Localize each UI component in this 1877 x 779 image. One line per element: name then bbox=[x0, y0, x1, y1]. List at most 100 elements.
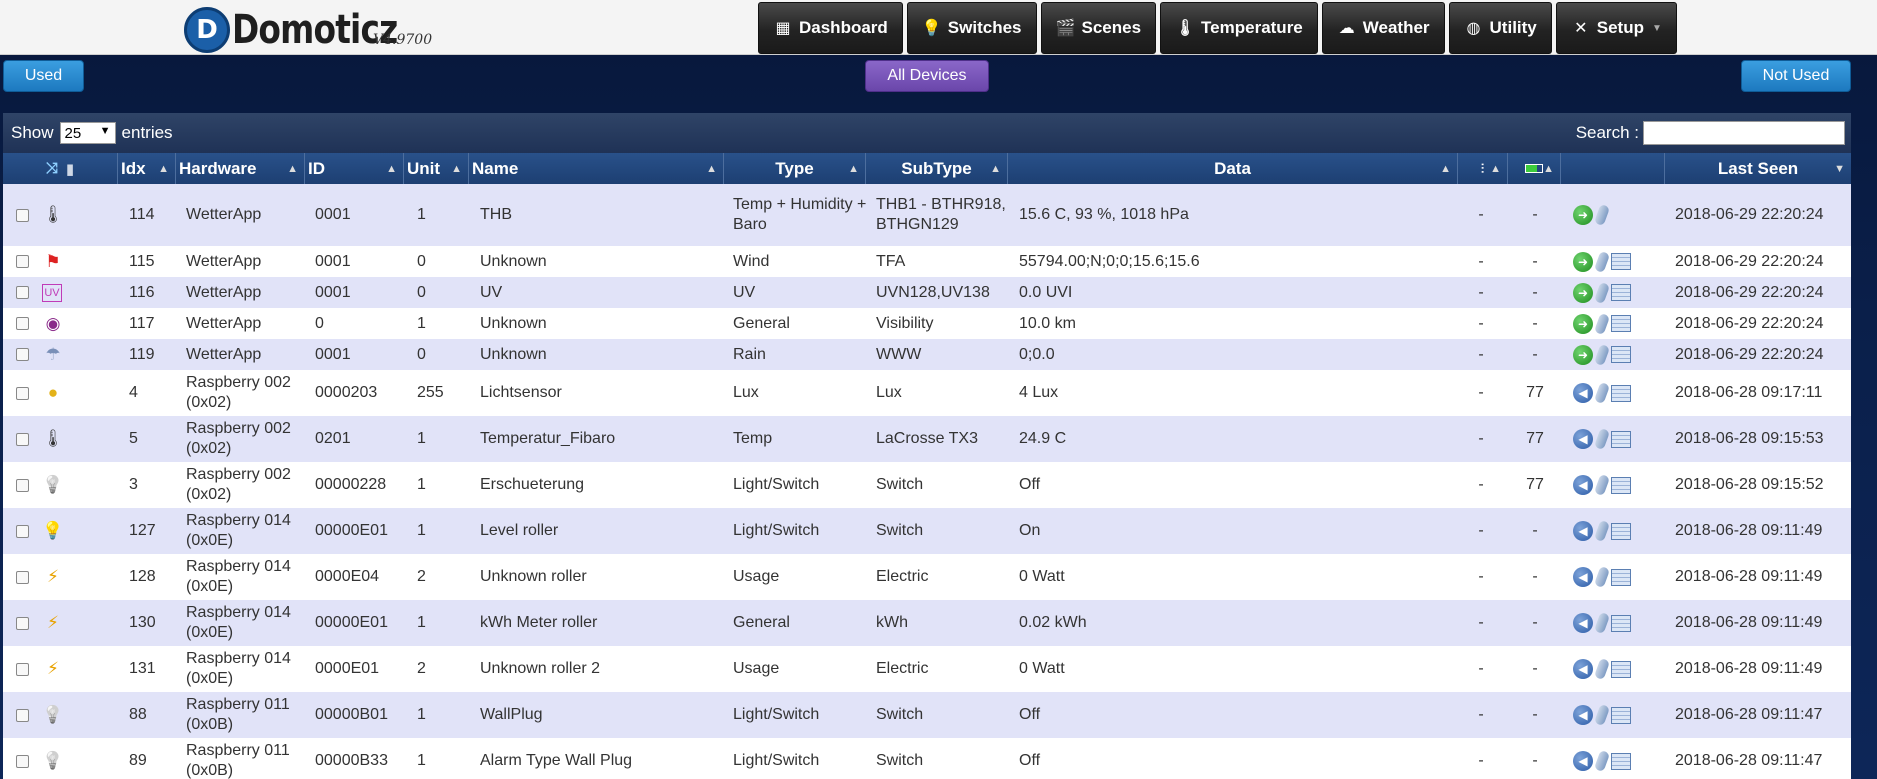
edit-icon[interactable] bbox=[1593, 343, 1611, 366]
remove-device-icon[interactable]: ◀ bbox=[1573, 521, 1593, 541]
table-row[interactable]: 💡 89 Raspberry 011 (0x0B) 00000B33 1 Alarm Ty… bbox=[3, 738, 1851, 779]
table-row[interactable]: 🌡 5 Raspberry 002 (0x02) 0201 1 Temperatur_Fi… bbox=[3, 416, 1851, 462]
row-checkbox[interactable] bbox=[16, 616, 29, 630]
log-icon[interactable] bbox=[1611, 706, 1631, 724]
remove-device-icon[interactable]: ◀ bbox=[1573, 705, 1593, 725]
log-icon[interactable] bbox=[1611, 284, 1631, 301]
nav-weather-button[interactable]: ☁ Weather bbox=[1321, 2, 1445, 54]
log-icon[interactable] bbox=[1611, 315, 1631, 332]
edit-icon[interactable] bbox=[1593, 281, 1611, 304]
table-row[interactable]: ⚡ 130 Raspberry 014 (0x0E) 00000E01 1 kWh Met… bbox=[3, 600, 1851, 646]
log-icon[interactable] bbox=[1611, 253, 1631, 270]
table-row[interactable]: UV 116 WetterApp 0001 0 UV UV UVN128,UV138 0.0 U… bbox=[3, 277, 1851, 308]
nav-temperature-button[interactable]: 🌡 Temperature bbox=[1160, 2, 1318, 54]
log-icon[interactable] bbox=[1611, 660, 1631, 678]
used-filter-button[interactable]: Used bbox=[3, 60, 84, 92]
row-checkbox[interactable] bbox=[16, 286, 29, 299]
row-checkbox[interactable] bbox=[16, 570, 29, 584]
table-row[interactable]: 💡 3 Raspberry 002 (0x02) 00000228 1 Erschuete… bbox=[3, 462, 1851, 508]
remove-device-icon[interactable]: ◀ bbox=[1573, 659, 1593, 679]
add-device-icon[interactable]: ➜ bbox=[1573, 251, 1593, 272]
table-row[interactable]: 💡 127 Raspberry 014 (0x0E) 00000E01 1 Level r… bbox=[3, 508, 1851, 554]
shuffle-icon[interactable]: ⤨ bbox=[46, 160, 58, 177]
table-row[interactable]: ● 4 Raspberry 002 (0x02) 0000203 255 Lichtsen… bbox=[3, 370, 1851, 416]
remove-device-icon[interactable]: ◀ bbox=[1573, 613, 1593, 633]
edit-icon[interactable] bbox=[1593, 250, 1611, 273]
remove-device-icon[interactable]: ◀ bbox=[1573, 751, 1593, 771]
row-checkbox[interactable] bbox=[16, 348, 29, 361]
column-type[interactable]: Type ▲ bbox=[724, 153, 866, 184]
table-row[interactable]: ◉ 117 WetterApp 0 1 Unknown General Visibility 1… bbox=[3, 308, 1851, 339]
column-last-seen[interactable]: Last Seen ▼ bbox=[1665, 153, 1851, 184]
remove-device-icon[interactable]: ◀ bbox=[1573, 383, 1593, 403]
edit-icon[interactable] bbox=[1593, 427, 1611, 451]
remove-device-icon[interactable]: ◀ bbox=[1573, 475, 1593, 495]
nav-dashboard-button[interactable]: ▦ Dashboard bbox=[758, 2, 903, 54]
edit-icon[interactable] bbox=[1593, 519, 1611, 543]
log-icon[interactable] bbox=[1611, 614, 1631, 632]
cell-unit: 1 bbox=[417, 430, 426, 447]
log-icon[interactable] bbox=[1611, 522, 1631, 540]
table-row[interactable]: 💡 88 Raspberry 011 (0x0B) 00000B01 1 WallPlug… bbox=[3, 692, 1851, 738]
column-signal[interactable]: ⫶ ▲ bbox=[1458, 153, 1508, 184]
nav-switches-button[interactable]: 💡 Switches bbox=[906, 2, 1037, 54]
search-input[interactable] bbox=[1643, 121, 1845, 145]
table-row[interactable]: 🌡 114 WetterApp 0001 1 THB Temp + Humidity + B… bbox=[3, 184, 1851, 246]
remove-device-icon[interactable]: ◀ bbox=[1573, 429, 1593, 449]
log-icon[interactable] bbox=[1611, 568, 1631, 586]
row-checkbox[interactable] bbox=[16, 317, 29, 330]
log-icon[interactable] bbox=[1611, 476, 1631, 494]
edit-icon[interactable] bbox=[1593, 749, 1611, 773]
not-used-filter-button[interactable]: Not Used bbox=[1741, 60, 1851, 92]
sort-icon: ▲ bbox=[1543, 162, 1554, 175]
column-hardware[interactable]: Hardware ▲ bbox=[176, 153, 305, 184]
table-row[interactable]: ⚑ 115 WetterApp 0001 0 Unknown Wind TFA 55794.00… bbox=[3, 246, 1851, 277]
column-data[interactable]: Data ▲ bbox=[1008, 153, 1458, 184]
edit-icon[interactable] bbox=[1593, 381, 1611, 405]
row-checkbox[interactable] bbox=[16, 432, 29, 446]
row-checkbox[interactable] bbox=[16, 662, 29, 676]
column-idx[interactable]: Idx ▲ bbox=[118, 153, 176, 184]
column-unit[interactable]: Unit ▲ bbox=[404, 153, 469, 184]
trash-icon[interactable]: ▮ bbox=[66, 160, 74, 178]
row-checkbox[interactable] bbox=[16, 386, 29, 400]
table-row[interactable]: ⚡ 131 Raspberry 014 (0x0E) 0000E01 2 Unknown … bbox=[3, 646, 1851, 692]
column-subtype[interactable]: SubType ▲ bbox=[866, 153, 1008, 184]
row-checkbox[interactable] bbox=[16, 708, 29, 722]
table-row[interactable]: ⚡ 128 Raspberry 014 (0x0E) 0000E04 2 Unknown … bbox=[3, 554, 1851, 600]
globe-icon: ◍ bbox=[1466, 20, 1481, 37]
add-device-icon[interactable]: ➜ bbox=[1573, 205, 1593, 225]
row-checkbox[interactable] bbox=[16, 255, 29, 268]
add-device-icon[interactable]: ➜ bbox=[1573, 313, 1593, 334]
column-name[interactable]: Name ▲ bbox=[469, 153, 724, 184]
row-checkbox[interactable] bbox=[16, 478, 29, 492]
log-icon[interactable] bbox=[1611, 346, 1631, 363]
edit-icon[interactable] bbox=[1593, 203, 1611, 227]
edit-icon[interactable] bbox=[1593, 611, 1611, 635]
edit-icon[interactable] bbox=[1593, 565, 1611, 589]
column-select-all[interactable]: ⤨ ▮ bbox=[3, 153, 118, 184]
row-checkbox[interactable] bbox=[16, 754, 29, 768]
edit-icon[interactable] bbox=[1593, 703, 1611, 727]
nav-utility-button[interactable]: ◍ Utility bbox=[1448, 2, 1552, 54]
entries-select[interactable]: 25 ▼ bbox=[59, 122, 116, 144]
remove-device-icon[interactable]: ◀ bbox=[1573, 567, 1593, 587]
cell-data: 0;0.0 bbox=[1019, 345, 1055, 363]
edit-icon[interactable] bbox=[1593, 312, 1611, 335]
column-id[interactable]: ID ▲ bbox=[305, 153, 404, 184]
table-row[interactable]: ☂ 119 WetterApp 0001 0 Unknown Rain WWW 0;0.0 - - 2… bbox=[3, 339, 1851, 370]
log-icon[interactable] bbox=[1611, 430, 1631, 448]
row-checkbox[interactable] bbox=[16, 524, 29, 538]
all-devices-filter-button[interactable]: All Devices bbox=[865, 60, 989, 92]
nav-scenes-button[interactable]: 🎬 Scenes bbox=[1040, 2, 1157, 54]
log-icon[interactable] bbox=[1611, 752, 1631, 770]
add-device-icon[interactable]: ➜ bbox=[1573, 344, 1593, 365]
add-device-icon[interactable]: ➜ bbox=[1573, 282, 1593, 303]
edit-icon[interactable] bbox=[1593, 657, 1611, 681]
log-icon[interactable] bbox=[1611, 384, 1631, 402]
edit-icon[interactable] bbox=[1593, 473, 1611, 497]
row-checkbox[interactable] bbox=[16, 208, 29, 222]
column-battery[interactable]: ▲ bbox=[1508, 153, 1561, 184]
nav-setup-button[interactable]: ✕ Setup ▼ bbox=[1555, 2, 1677, 54]
cell-hardware: Raspberry 014 (0x0E) bbox=[186, 512, 291, 549]
